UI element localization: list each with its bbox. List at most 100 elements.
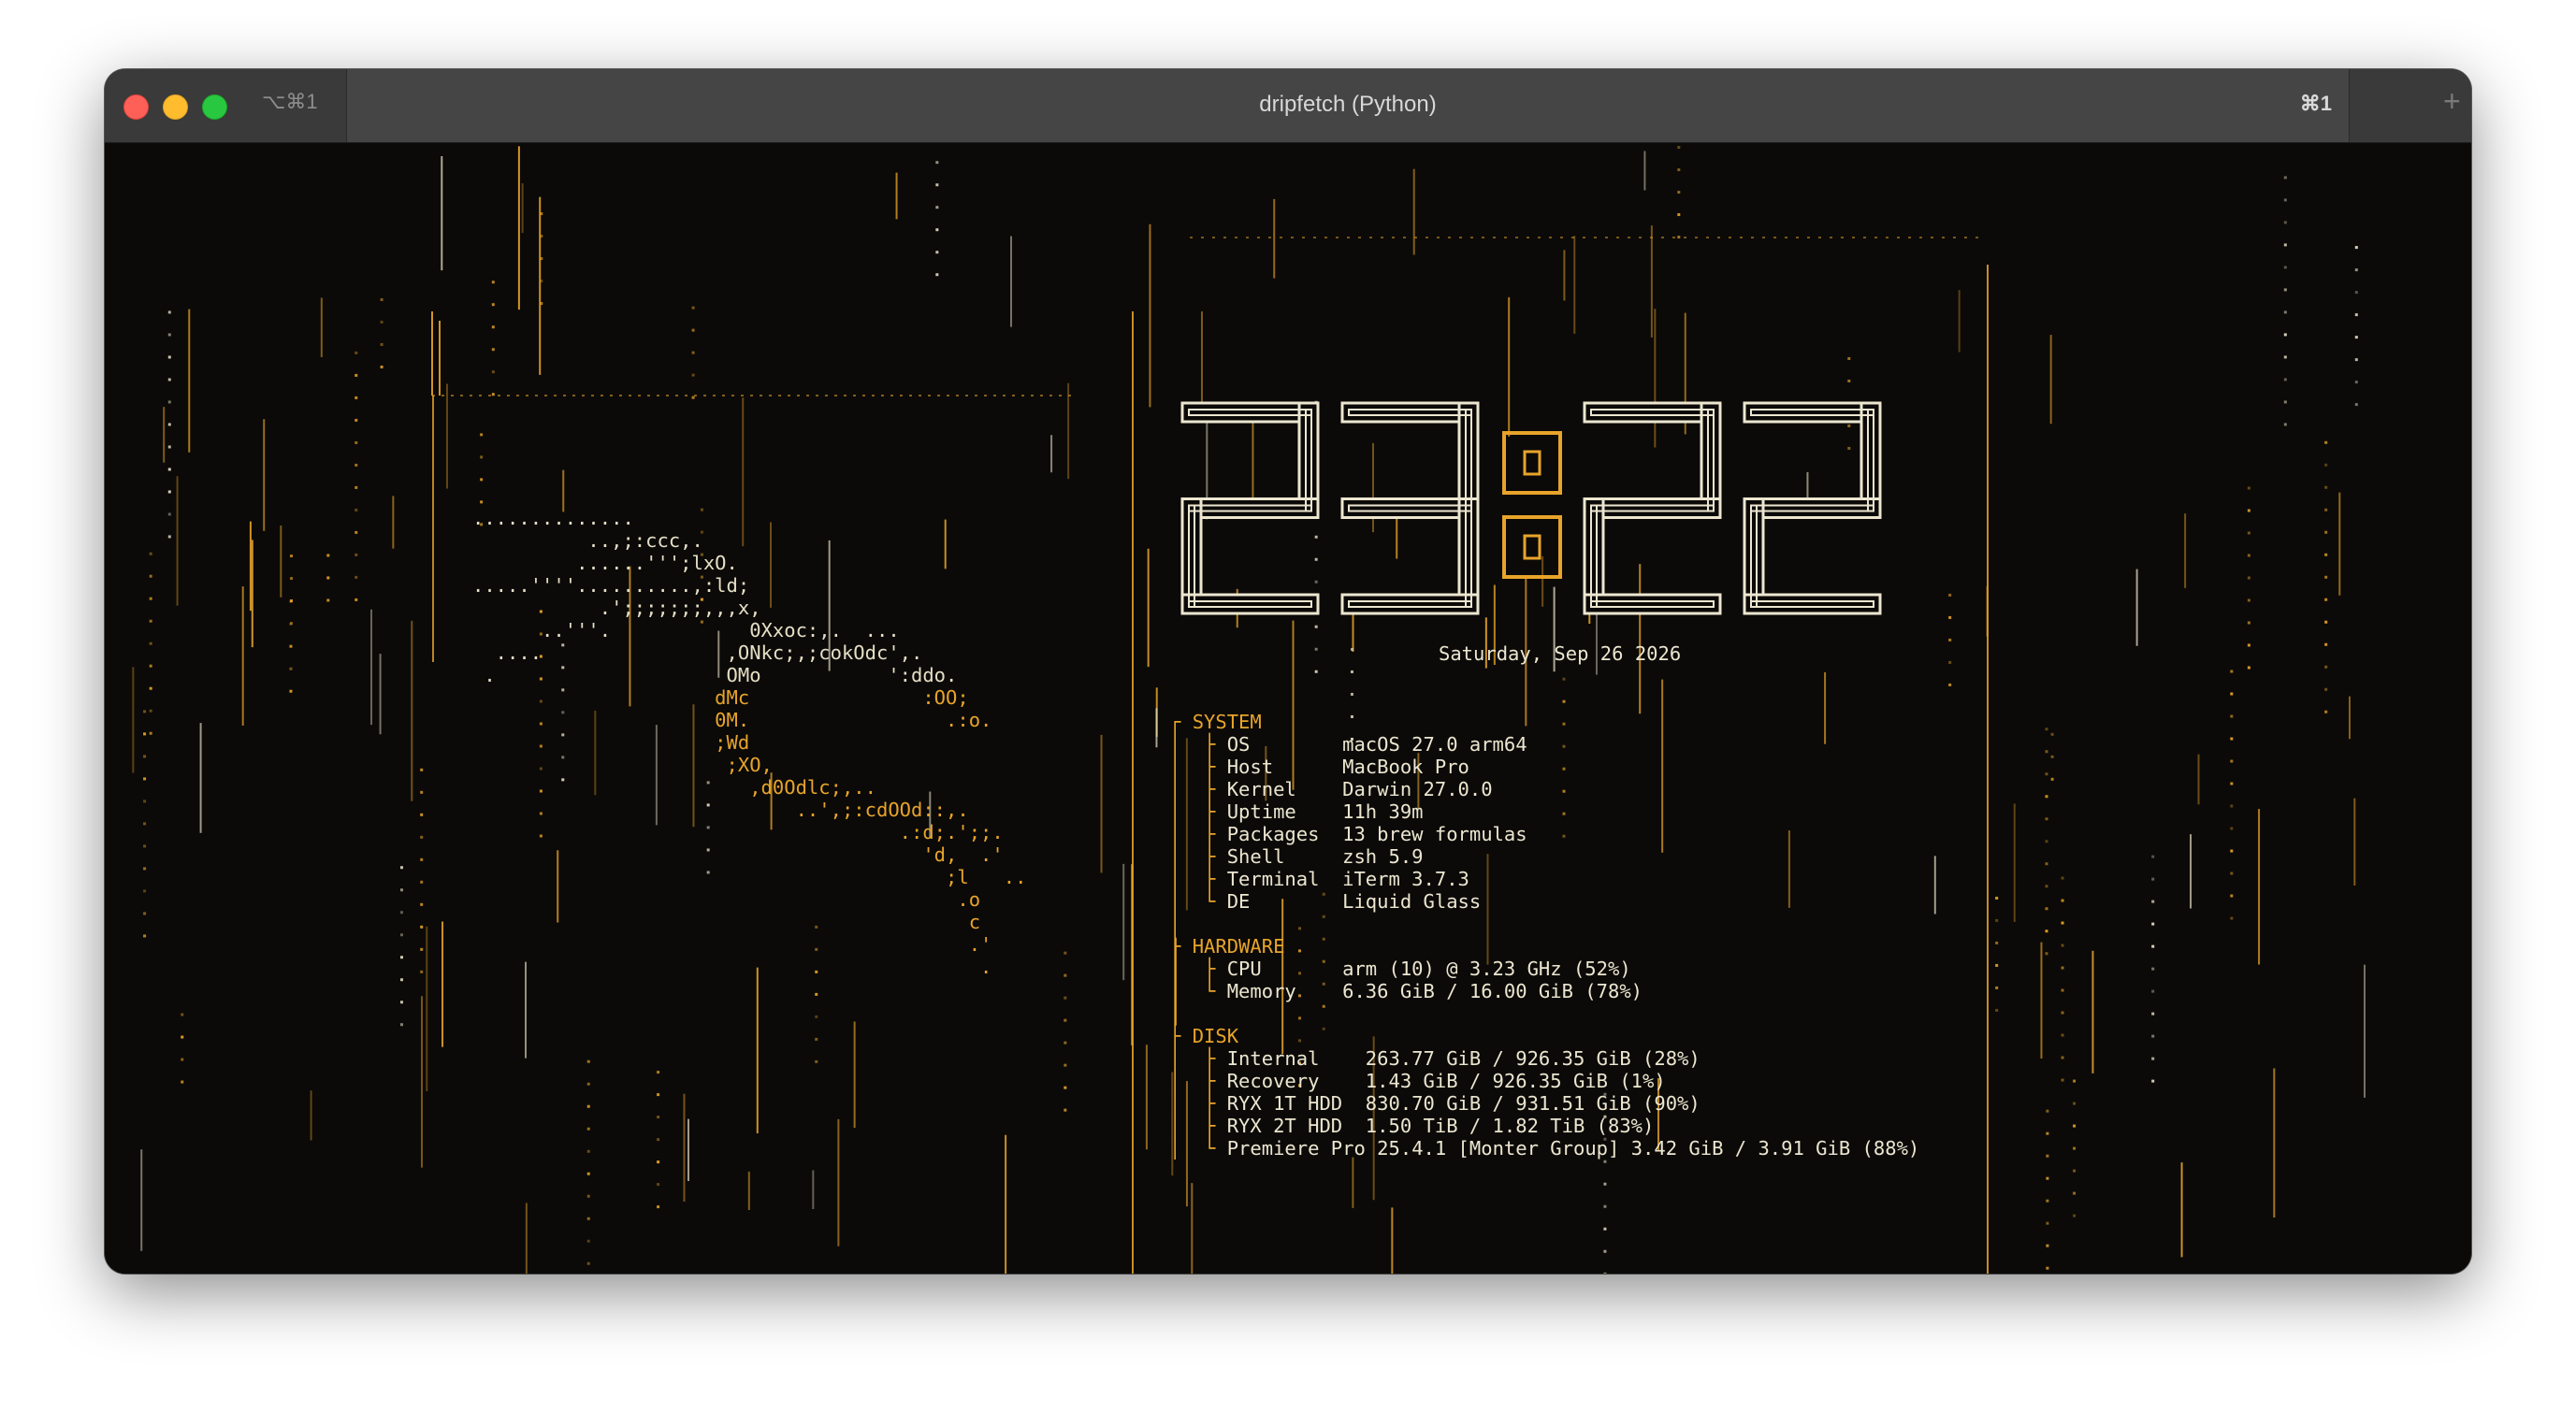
rain-dot: [420, 970, 424, 973]
rain-dot: [420, 813, 424, 816]
rain-dot: [420, 947, 424, 951]
rain-dot: [2045, 907, 2048, 911]
rain-dot: [2073, 1169, 2077, 1173]
tree-branch: │ ├: [1169, 1115, 1227, 1137]
ascii-art-line: 'd, .': [472, 843, 1004, 866]
info-key: Recovery: [1226, 1070, 1320, 1092]
ascii-art-line: ..'''. 0Xxoc:,. ...: [472, 619, 900, 641]
rain-dot: [2045, 772, 2048, 776]
rain-dot: [2151, 944, 2155, 948]
rain-dot: [1995, 941, 1999, 944]
rain-dot: [143, 889, 147, 893]
rain-dot: [2230, 714, 2234, 718]
rain-dot: [2151, 855, 2155, 858]
rain-dot: [691, 328, 695, 332]
zoom-button[interactable]: [202, 94, 227, 120]
rain-dot: [491, 281, 495, 284]
info-key: Premiere Pro 25.4.1 [Monter Group]: [1226, 1137, 1620, 1160]
ascii-art-line: ..............: [472, 507, 634, 529]
clock-digit: [1340, 401, 1480, 615]
rain-dot: [289, 689, 293, 693]
new-tab-button[interactable]: +: [2350, 69, 2471, 142]
rain-dot: [1562, 699, 1566, 703]
rain-dot: [2045, 795, 2048, 799]
info-value: Liquid Glass: [1342, 890, 1482, 913]
minimize-button[interactable]: [163, 94, 188, 120]
info-section-header: ├ HARDWARE: [1169, 935, 1919, 958]
rain-dot: [1350, 692, 1353, 696]
rain-dot: [1064, 951, 1067, 955]
rain-dot: [1995, 918, 1999, 922]
section-title: DISK: [1192, 1025, 1239, 1047]
rain-dot: [2046, 1154, 2049, 1158]
rain-dot: [2073, 1079, 2077, 1083]
rain-dot: [2061, 1056, 2064, 1059]
plus-icon: +: [2443, 84, 2461, 118]
rain-dot: [2151, 1079, 2155, 1083]
rain-dot: [149, 641, 152, 645]
rain-dot: [181, 1080, 184, 1084]
rain-dot: [586, 1127, 590, 1131]
rain-dot: [1064, 1018, 1067, 1022]
rain-dot: [657, 1138, 660, 1142]
tree-branch: ├: [1169, 1025, 1193, 1047]
rain-dot: [2050, 755, 2054, 758]
rain-dot: [1995, 1008, 1999, 1012]
rain-dot: [149, 597, 152, 600]
rain-dot: [1677, 168, 1681, 172]
rain-dot: [2045, 862, 2048, 866]
rain-dot: [355, 351, 358, 354]
ascii-art-line: ..',;:cdOOd::,.: [472, 799, 969, 821]
rain-dot: [355, 440, 358, 444]
rain-dot: [149, 552, 152, 555]
rain-dot: [289, 644, 293, 648]
info-spacer: [1353, 1070, 1365, 1092]
info-key: Kernel: [1226, 778, 1296, 800]
rain-dot: [2230, 804, 2234, 808]
ascii-art-line: ......''';lxO.: [472, 552, 738, 574]
rain-dot: [326, 554, 330, 557]
rain-dot: [2283, 310, 2287, 314]
rain-dot: [143, 777, 147, 781]
rain-dot: [167, 378, 171, 382]
tree-branch: │ ├: [1169, 1047, 1227, 1070]
info-row: │ ├ RYX 2T HDD 1.50 TiB / 1.82 TiB (83%): [1169, 1115, 1919, 1137]
rain-dot: [2354, 336, 2358, 339]
rain-dot: [2324, 485, 2328, 489]
rain-dot: [399, 911, 403, 915]
rain-dot: [1995, 986, 1999, 989]
info-row: │ ├ Host MacBook Pro: [1169, 756, 1919, 778]
rain-dot: [2354, 313, 2358, 317]
ascii-art-line: ;Wd: [472, 731, 750, 754]
rain-dot: [657, 1093, 660, 1097]
rain-dot: [1603, 1249, 1607, 1253]
rain-dot: [2324, 553, 2328, 556]
tab-dripfetch[interactable]: dripfetch (Python) ⌘1: [346, 69, 2350, 142]
rain-dot: [289, 599, 293, 603]
info-blank-row: │: [1169, 1002, 1919, 1025]
rain-dot: [657, 1183, 660, 1187]
info-spacer: [1331, 845, 1342, 868]
rain-dot: [2151, 1057, 2155, 1060]
rain-dot: [143, 732, 147, 736]
rain-dot: [2283, 423, 2287, 426]
info-value: 3.42 GiB / 3.91 GiB (88%): [1630, 1137, 1920, 1160]
rain-dot: [2230, 737, 2234, 741]
rain-dot: [1677, 191, 1681, 195]
close-button[interactable]: [123, 94, 149, 120]
tree-branch: │: [1169, 913, 1181, 935]
system-info-tree: ┌ SYSTEM │ ├ OS macOS 27.0 arm64 │ ├ Host …: [1169, 711, 1919, 1160]
rain-dot: [2230, 872, 2234, 875]
info-value: arm (10) @ 3.23 GHz (52%): [1342, 958, 1631, 980]
terminal-content[interactable]: .............. ..,;:ccc,. ......''';lxO.…: [105, 143, 2471, 1274]
rain-dot: [2324, 642, 2328, 646]
rain-dot: [399, 1001, 403, 1004]
rain-dot: [2230, 670, 2234, 673]
info-value: MacBook Pro: [1342, 756, 1469, 778]
rain-dot: [380, 320, 384, 324]
rain-dot: [2283, 221, 2287, 224]
rain-dot: [2073, 1191, 2077, 1195]
info-key: RYX 2T HDD: [1226, 1115, 1343, 1137]
rain-dot: [2354, 403, 2358, 407]
rain-dot: [143, 822, 147, 826]
